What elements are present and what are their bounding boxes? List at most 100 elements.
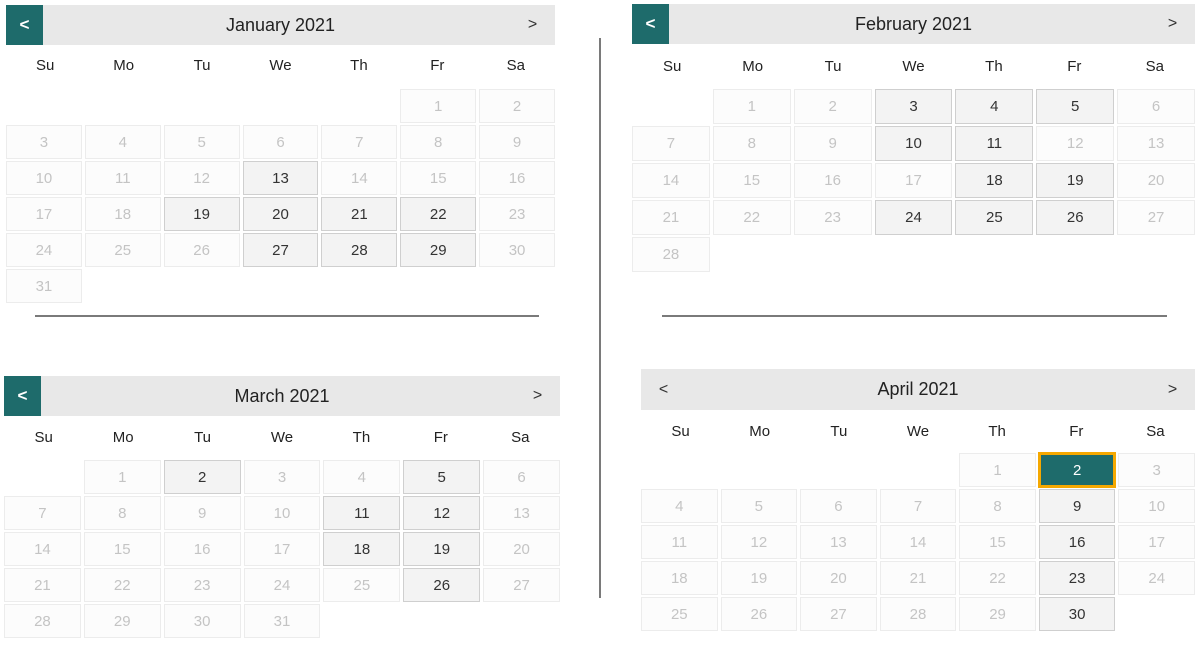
weekday-label: Fr (1067, 58, 1082, 75)
day-cell-disabled: 14 (879, 525, 957, 559)
chevron-left-icon: < (658, 380, 669, 398)
day-cell-disabled: 3 (1118, 453, 1195, 487)
section-divider (35, 315, 539, 317)
day-cell-disabled: 14 (4, 532, 81, 566)
prev-month-button[interactable]: < (632, 4, 669, 44)
day-cell-disabled: 21 (4, 568, 81, 602)
prev-month-button[interactable]: < (6, 5, 43, 45)
day-cell-disabled: 6 (242, 125, 319, 159)
day-cell-available[interactable]: 29 (400, 233, 477, 267)
day-cell-disabled: 12 (163, 161, 240, 195)
day-cell-available[interactable]: 9 (1038, 489, 1116, 523)
day-cell-disabled: 22 (959, 561, 1036, 595)
weekday-row: Su Mo Tu We Th Fr Sa (632, 58, 1195, 75)
day-cell-available[interactable]: 22 (400, 197, 477, 231)
day-cell-disabled: 7 (4, 496, 81, 530)
day-cell-available[interactable]: 13 (242, 161, 319, 195)
weekday-label: Th (985, 58, 1003, 75)
day-cell-available[interactable]: 19 (1036, 163, 1115, 198)
next-month-button[interactable]: > (514, 5, 551, 45)
day-grid: 1 2 3 4 5 6 7 8 9 10 11 12 13 14 15 16 17 18 19 20 21 22 23 24 2… (632, 89, 1195, 272)
day-cell-disabled: 26 (720, 597, 798, 631)
day-cell-disabled: 25 (641, 597, 718, 631)
day-cell-available[interactable]: 25 (955, 200, 1034, 235)
weekday-label: Fr (433, 429, 448, 446)
day-cell-disabled: 13 (483, 496, 560, 530)
day-cell-available[interactable]: 12 (403, 496, 481, 530)
day-cell-available[interactable]: 10 (874, 126, 953, 161)
day-cell-available[interactable]: 2 (163, 460, 241, 494)
empty-day-cell (321, 89, 397, 123)
day-cell-disabled: 6 (800, 489, 877, 523)
day-cell-disabled: 1 (400, 89, 477, 123)
day-cell-disabled: 16 (793, 163, 872, 198)
calendar-header: March 2021 < > (4, 376, 560, 416)
day-cell-available[interactable]: 26 (1036, 200, 1115, 235)
day-cell-disabled: 7 (321, 125, 398, 159)
prev-month-button[interactable]: < (645, 369, 682, 410)
weekday-label: Su (663, 58, 682, 75)
day-cell-disabled: 4 (641, 489, 718, 523)
day-cell-disabled: 29 (83, 604, 161, 638)
day-cell-available[interactable]: 16 (1038, 525, 1116, 559)
day-cell-disabled: 1 (712, 89, 791, 124)
weekday-label: Sa (506, 57, 525, 74)
day-cell-disabled: 31 (6, 269, 82, 303)
day-cell-disabled: 9 (793, 126, 872, 161)
day-cell-available[interactable]: 30 (1038, 597, 1116, 631)
day-cell-disabled: 28 (879, 597, 957, 631)
day-cell-disabled: 16 (163, 532, 241, 566)
calendar-header: February 2021 < > (632, 4, 1195, 44)
day-cell-disabled: 27 (800, 597, 877, 631)
day-cell-available[interactable]: 24 (874, 200, 953, 235)
prev-month-button[interactable]: < (4, 376, 41, 416)
day-cell-disabled: 8 (83, 496, 161, 530)
next-month-button[interactable]: > (1154, 369, 1191, 410)
day-cell-available[interactable]: 18 (955, 163, 1034, 198)
empty-day-cell (6, 89, 82, 123)
day-cell-available[interactable]: 20 (242, 197, 319, 231)
day-cell-available[interactable]: 5 (1036, 89, 1115, 124)
day-cell-available[interactable]: 4 (955, 89, 1034, 124)
day-cell-disabled: 23 (479, 197, 555, 231)
weekday-label: Fr (1069, 423, 1084, 440)
day-grid: 1 2 3 4 5 6 7 8 9 10 11 12 13 14 15 16 17 18 19 20 21 22 23 24 2… (6, 89, 555, 303)
day-cell-disabled: 22 (83, 568, 161, 602)
weekday-label: We (270, 429, 294, 446)
day-cell-available[interactable]: 18 (323, 532, 401, 566)
day-cell-available[interactable]: 11 (323, 496, 401, 530)
column-divider (599, 38, 601, 598)
day-cell-available[interactable]: 5 (403, 460, 481, 494)
day-cell-disabled: 24 (6, 233, 82, 267)
day-cell-available[interactable]: 26 (403, 568, 481, 602)
weekday-label: Su (671, 423, 690, 440)
day-cell-available[interactable]: 3 (874, 89, 953, 124)
day-cell-available[interactable]: 28 (321, 233, 398, 267)
month-title: March 2021 (234, 385, 330, 406)
day-cell-disabled: 27 (1117, 200, 1195, 235)
weekday-label: Mo (112, 429, 134, 446)
empty-day-cell (4, 460, 81, 494)
weekday-label: We (902, 58, 925, 75)
chevron-left-icon: < (19, 15, 30, 34)
day-cell-selected[interactable]: 2 (1038, 453, 1116, 487)
empty-day-cell (632, 89, 710, 124)
day-cell-disabled: 20 (800, 561, 877, 595)
day-cell-disabled: 29 (959, 597, 1036, 631)
day-cell-available[interactable]: 27 (242, 233, 319, 267)
day-cell-available[interactable]: 19 (163, 197, 240, 231)
next-month-button[interactable]: > (1154, 4, 1191, 44)
next-month-button[interactable]: > (519, 376, 556, 416)
day-cell-disabled: 9 (479, 125, 555, 159)
day-cell-disabled: 4 (323, 460, 401, 494)
day-cell-available[interactable]: 21 (321, 197, 398, 231)
day-cell-disabled: 2 (793, 89, 872, 124)
day-cell-available[interactable]: 23 (1038, 561, 1116, 595)
day-cell-available[interactable]: 11 (955, 126, 1034, 161)
day-cell-disabled: 13 (1117, 126, 1195, 161)
empty-day-cell (800, 453, 877, 487)
day-cell-disabled: 28 (4, 604, 81, 638)
day-cell-disabled: 25 (323, 568, 401, 602)
day-cell-disabled: 10 (1118, 489, 1195, 523)
day-cell-available[interactable]: 19 (403, 532, 481, 566)
